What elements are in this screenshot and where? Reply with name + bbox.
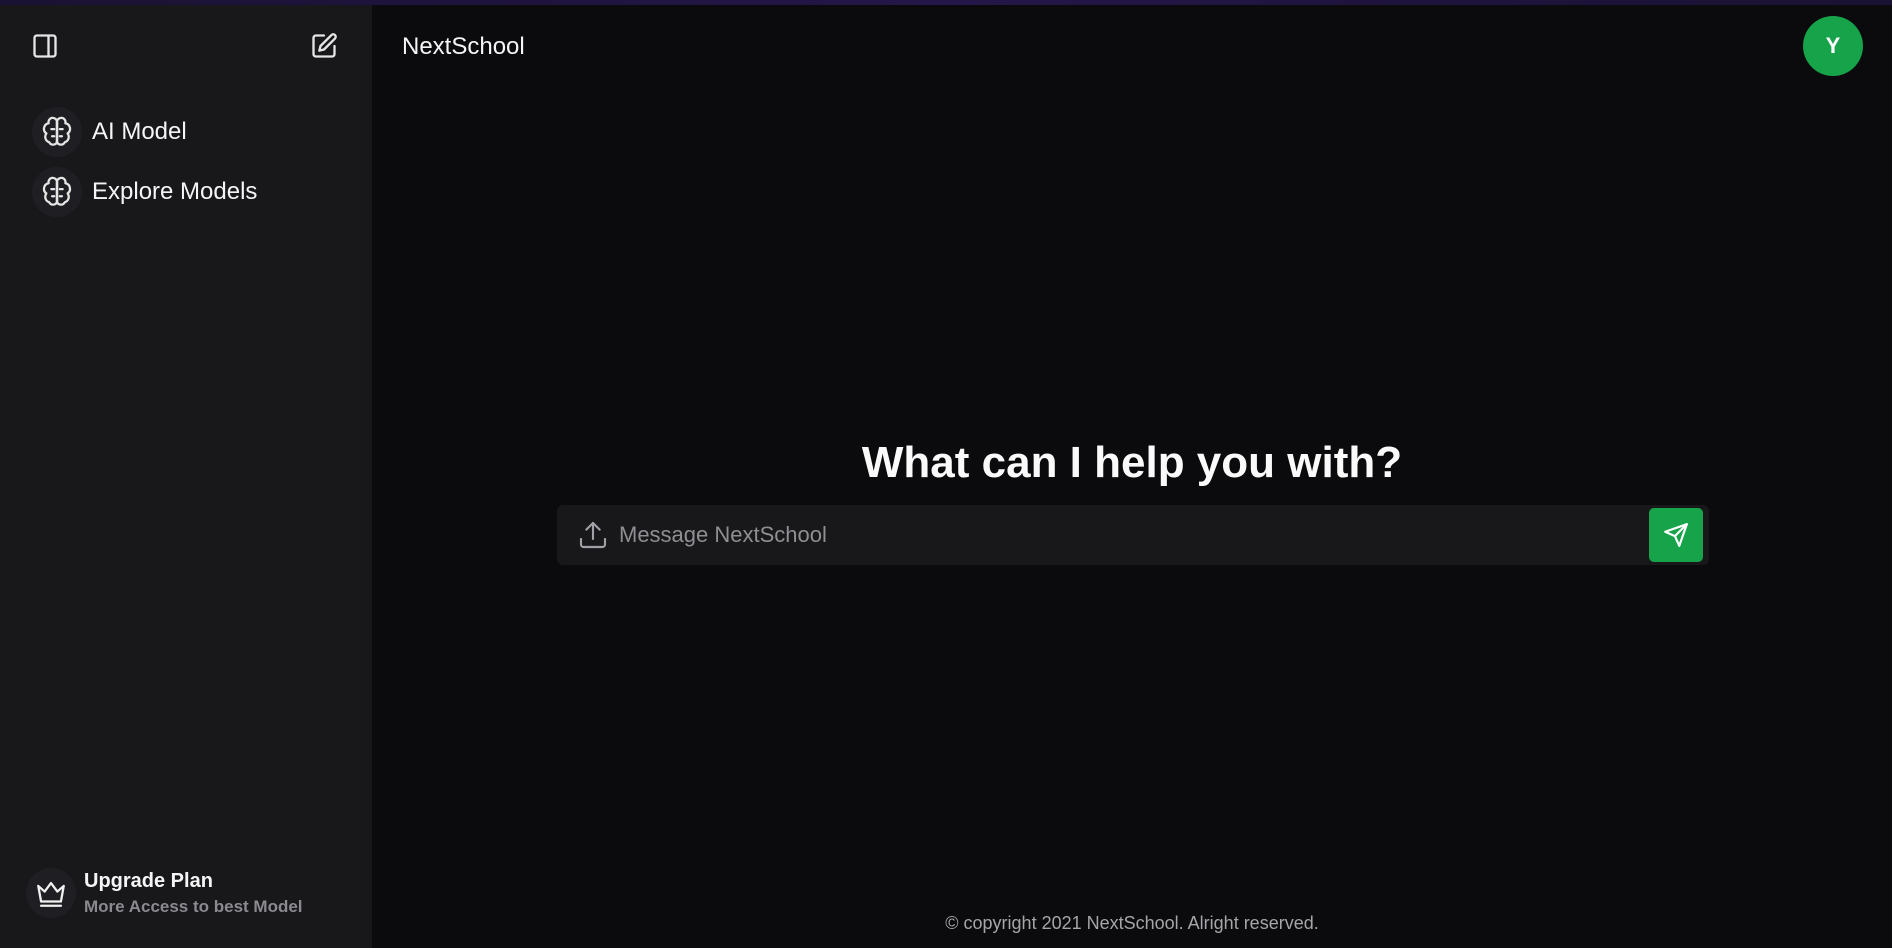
- crown-icon: [26, 868, 76, 918]
- upload-icon: [579, 521, 607, 549]
- sidebar-item-label: Explore Models: [92, 178, 258, 205]
- upgrade-plan-button[interactable]: Upgrade Plan More Access to best Model: [26, 864, 356, 922]
- sidebar-panel-icon: [33, 34, 57, 58]
- sidebar-item-label: AI Model: [92, 118, 187, 145]
- app-title: NextSchool: [402, 33, 525, 60]
- message-composer: [557, 505, 1709, 565]
- page-heading: What can I help you with?: [861, 438, 1403, 487]
- new-chat-button[interactable]: [306, 28, 342, 64]
- brain-icon: [32, 107, 82, 157]
- upgrade-text: Upgrade Plan More Access to best Model: [84, 870, 303, 917]
- footer-copyright: © copyright 2021 NextSchool. Alright res…: [945, 913, 1319, 933]
- user-avatar[interactable]: Y: [1803, 16, 1863, 76]
- send-icon: [1664, 523, 1688, 547]
- brain-icon: [32, 167, 82, 217]
- upgrade-title: Upgrade Plan: [84, 869, 213, 892]
- sidebar-item-ai-model[interactable]: AI Model: [30, 106, 350, 158]
- upload-button[interactable]: [575, 517, 611, 553]
- upgrade-subtitle: More Access to best Model: [84, 896, 303, 916]
- edit-icon: [312, 33, 337, 58]
- message-input[interactable]: [619, 505, 1649, 565]
- send-button[interactable]: [1649, 508, 1703, 562]
- toggle-sidebar-button[interactable]: [27, 28, 63, 64]
- sidebar: AI Model Explore Models Upgrade Plan Mor…: [0, 5, 372, 948]
- sidebar-item-explore-models[interactable]: Explore Models: [30, 166, 350, 218]
